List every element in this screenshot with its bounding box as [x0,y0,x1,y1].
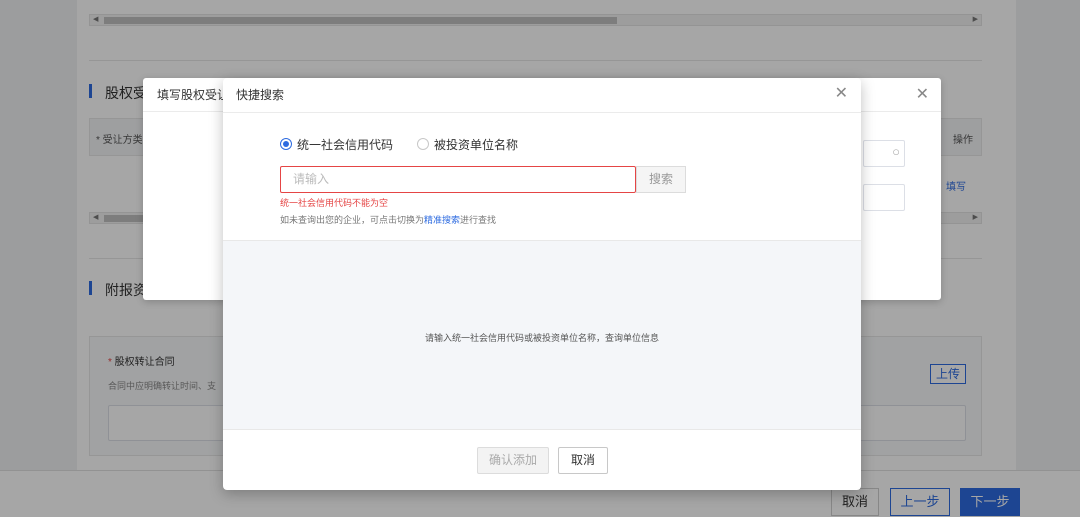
close-icon[interactable]: ✕ [835,85,848,103]
search-icon[interactable]: ○ [892,144,900,159]
radio-label-credit-code[interactable]: 统一社会信用代码 [297,136,393,153]
results-panel: 请输入统一社会信用代码或被投资单位名称，查询单位信息 [223,240,861,430]
close-icon[interactable]: ✕ [916,84,929,104]
cancel-button[interactable]: 取消 [558,447,608,474]
confirm-add-button[interactable]: 确认添加 [477,447,549,474]
radio-company-name[interactable] [417,138,430,150]
precise-search-link[interactable]: 精准搜索 [424,215,460,225]
search-type-radio-group: 统一社会信用代码 被投资单位名称 [280,136,542,152]
empty-state-message: 请输入统一社会信用代码或被投资单位名称，查询单位信息 [424,333,659,343]
dialog-title: 快捷搜索 [223,78,861,113]
text-field[interactable] [863,184,905,211]
radio-credit-code[interactable] [280,138,292,150]
search-input[interactable]: 请输入 [280,166,636,193]
radio-label-company-name[interactable]: 被投资单位名称 [434,136,518,153]
search-hint: 如未查询出您的企业，可点击切换为精准搜索进行查找 [280,215,497,225]
quick-search-dialog: 快捷搜索 ✕ 统一社会信用代码 被投资单位名称 请输入 搜索 统一社会信用代码不… [223,78,861,490]
search-field[interactable]: ○ [863,140,905,167]
validation-error: 统一社会信用代码不能为空 [280,198,389,208]
search-button[interactable]: 搜索 [636,166,686,193]
